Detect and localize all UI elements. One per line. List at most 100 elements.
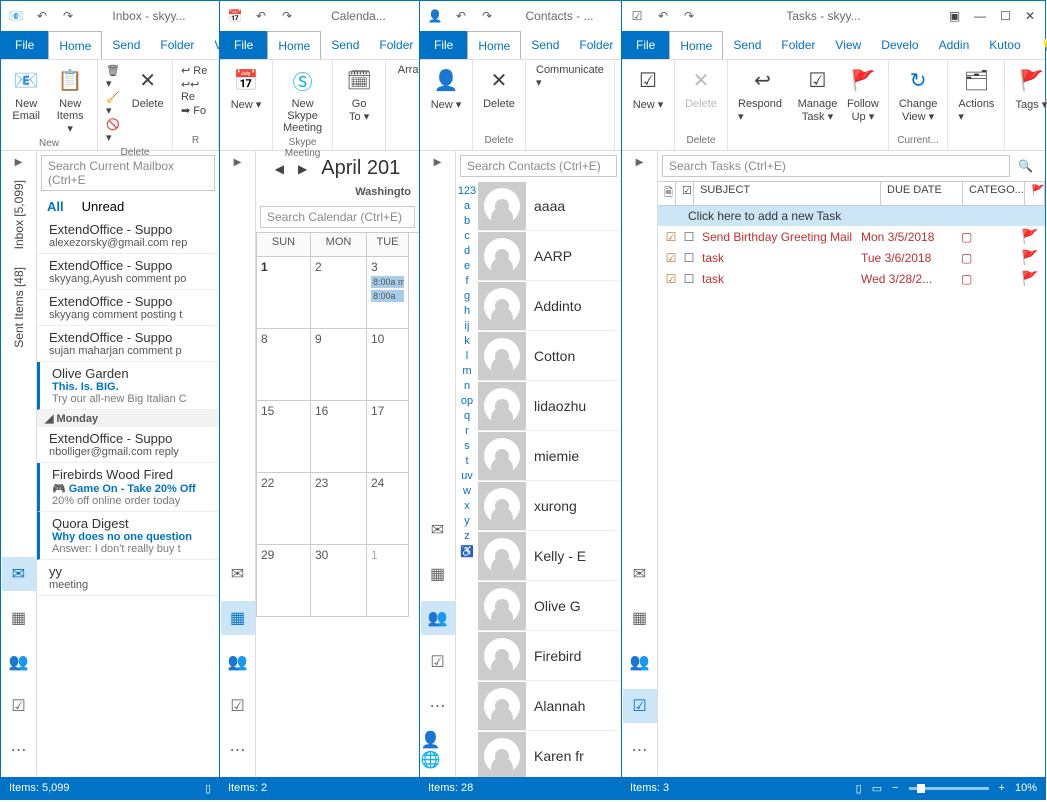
menu-send[interactable]: Send /	[521, 31, 569, 59]
view-normal-icon[interactable]: ▯	[856, 782, 862, 795]
alpha-letter[interactable]: h	[464, 305, 470, 317]
alpha-letter[interactable]: c	[464, 230, 470, 242]
menu-file[interactable]: File	[1, 31, 48, 59]
col-icon[interactable]: 🗎	[658, 182, 676, 205]
calendar-nav-icon[interactable]: ▦	[421, 557, 455, 591]
tell-me-input[interactable]: 💡 Tell me...	[1031, 31, 1047, 59]
alpha-letter[interactable]: t	[465, 455, 468, 467]
menu-folder[interactable]: Folder	[569, 31, 623, 59]
minimize-icon[interactable]: —	[974, 9, 986, 23]
calendar-cell[interactable]: 24	[367, 473, 409, 545]
people-nav-icon[interactable]: 👥	[421, 601, 455, 635]
maximize-icon[interactable]: ☐	[1000, 9, 1011, 23]
alpha-letter[interactable]: op	[461, 395, 473, 407]
redo-icon[interactable]: ↷	[476, 5, 498, 27]
alpha-letter[interactable]: n	[464, 380, 470, 392]
mail-nav-icon[interactable]: ✉	[623, 557, 657, 591]
task-checkbox[interactable]: ☐	[680, 272, 698, 286]
search-input[interactable]: Search Current Mailbox (Ctrl+E	[41, 155, 215, 191]
contact-row[interactable]: aaaa	[478, 181, 621, 231]
menu-home[interactable]: Home	[48, 31, 102, 59]
mail-nav-icon[interactable]: ✉	[2, 557, 36, 591]
alpha-letter[interactable]: z	[464, 530, 470, 542]
tasks-nav-icon[interactable]: ☑	[2, 689, 36, 723]
menu-home[interactable]: Home	[267, 31, 321, 59]
tasks-nav-icon[interactable]: ☑	[221, 689, 255, 723]
contact-row[interactable]: Alannah	[478, 681, 621, 731]
calendar-cell[interactable]: 2	[311, 257, 367, 329]
mail-nav-icon[interactable]: ✉	[421, 513, 455, 547]
tasks-nav-icon[interactable]: ☑	[623, 689, 657, 723]
menu-folder[interactable]: Folder	[150, 31, 204, 59]
category-box[interactable]: ▢	[961, 272, 1021, 286]
view-reading-icon[interactable]: ▭	[872, 782, 882, 795]
flag-icon[interactable]: 🚩	[1021, 270, 1041, 287]
expand-icon[interactable]: ▶	[636, 157, 644, 168]
expand-icon[interactable]: ▶	[234, 157, 242, 168]
new-button[interactable]: ☑New ▾	[626, 62, 670, 134]
reply-buttons[interactable]: ↩ Re↩↩ Re➡ Fo	[177, 62, 214, 134]
mail-item[interactable]: ExtendOffice - Supposkyyang comment post…	[37, 290, 219, 326]
alpha-letter[interactable]: ♿	[460, 545, 474, 558]
search-calendar-input[interactable]: Search Calendar (Ctrl+E)	[260, 206, 415, 228]
contact-row[interactable]: xurong	[478, 481, 621, 531]
contact-row[interactable]: Olive G	[478, 581, 621, 631]
alpha-letter[interactable]: x	[464, 500, 470, 512]
more-nav-icon[interactable]: ⋯	[221, 733, 255, 767]
people-nav-icon[interactable]: 👥	[2, 645, 36, 679]
flag-icon[interactable]: 🚩	[1021, 228, 1041, 245]
mail-item[interactable]: ExtendOffice - Supposkyyang,Ayush commen…	[37, 254, 219, 290]
alpha-letter[interactable]: k	[464, 335, 470, 347]
alpha-letter[interactable]: m	[462, 365, 471, 377]
followup-button[interactable]: 🚩Follow Up ▾	[842, 62, 884, 134]
expand-icon[interactable]: ▶	[434, 157, 442, 168]
task-row[interactable]: ☑☐taskWed 3/28/2...▢🚩	[658, 268, 1045, 289]
next-month-icon[interactable]: ▶	[298, 162, 307, 176]
undo-icon[interactable]: ↶	[652, 5, 674, 27]
mail-item[interactable]: Firebirds Wood Fired🎮 Game On - Take 20%…	[37, 463, 219, 512]
alpha-letter[interactable]: ij	[465, 320, 470, 332]
contact-row[interactable]: Cotton	[478, 331, 621, 381]
alpha-letter[interactable]: q	[464, 410, 470, 422]
delete-button[interactable]: ✕Delete	[679, 62, 723, 134]
mail-item[interactable]: ExtendOffice - Supponbolliger@gmail.com …	[37, 427, 219, 463]
tasks-nav-icon[interactable]: ☑	[421, 645, 455, 679]
contact-row[interactable]: Firebird	[478, 631, 621, 681]
calendar-cell[interactable]: 16	[311, 401, 367, 473]
mail-item[interactable]: ExtendOffice - Suppoalexezorsky@gmail.co…	[37, 218, 219, 254]
calendar-cell[interactable]: 9	[311, 329, 367, 401]
calendar-nav-icon[interactable]: ▦	[2, 601, 36, 635]
alpha-letter[interactable]: uv	[461, 470, 473, 482]
calendar-cell[interactable]: 29	[257, 545, 311, 617]
menu-folder[interactable]: Folder	[771, 31, 825, 59]
prev-month-icon[interactable]: ◀	[275, 162, 284, 176]
alpha-letter[interactable]: a	[464, 200, 470, 212]
menu-send[interactable]: Send /	[321, 31, 369, 59]
filter-unread[interactable]: Unread	[82, 199, 125, 214]
zoom-slider[interactable]	[909, 787, 989, 790]
calendar-nav-icon[interactable]: ▦	[623, 601, 657, 635]
people-nav-icon[interactable]: 👥	[623, 645, 657, 679]
menu-folder[interactable]: Folder	[369, 31, 423, 59]
tags-button[interactable]: 🚩Tags ▾	[1009, 62, 1047, 134]
contact-row[interactable]: miemie	[478, 431, 621, 481]
respond-button[interactable]: ↩Respond ▾	[732, 62, 793, 134]
contact-row[interactable]: Addinto	[478, 281, 621, 331]
expand-icon[interactable]: ▶	[15, 157, 23, 168]
close-icon[interactable]: ✕	[1025, 9, 1035, 23]
contact-row[interactable]: Kelly - E	[478, 531, 621, 581]
redo-icon[interactable]: ↷	[57, 5, 79, 27]
alpha-letter[interactable]: l	[466, 350, 468, 362]
search-tasks-input[interactable]: Search Tasks (Ctrl+E)	[662, 155, 1010, 177]
skype-meeting-button[interactable]: ⓈNew Skype Meeting	[277, 62, 328, 136]
alpha-letter[interactable]: e	[464, 260, 470, 272]
mail-item[interactable]: Quora DigestWhy does no one questionAnsw…	[37, 512, 219, 560]
menu-view[interactable]: View	[825, 31, 871, 59]
new-email-button[interactable]: 📧New Email	[5, 62, 47, 137]
sent-folder-label[interactable]: Sent Items [48]	[12, 261, 26, 354]
calendar-cell[interactable]: 30	[311, 545, 367, 617]
alpha-letter[interactable]: 123	[458, 185, 476, 197]
reading-pane-icon[interactable]: ▯	[205, 782, 211, 795]
new-items-button[interactable]: 📋New Items ▾	[47, 62, 93, 137]
alpha-letter[interactable]: b	[464, 215, 470, 227]
